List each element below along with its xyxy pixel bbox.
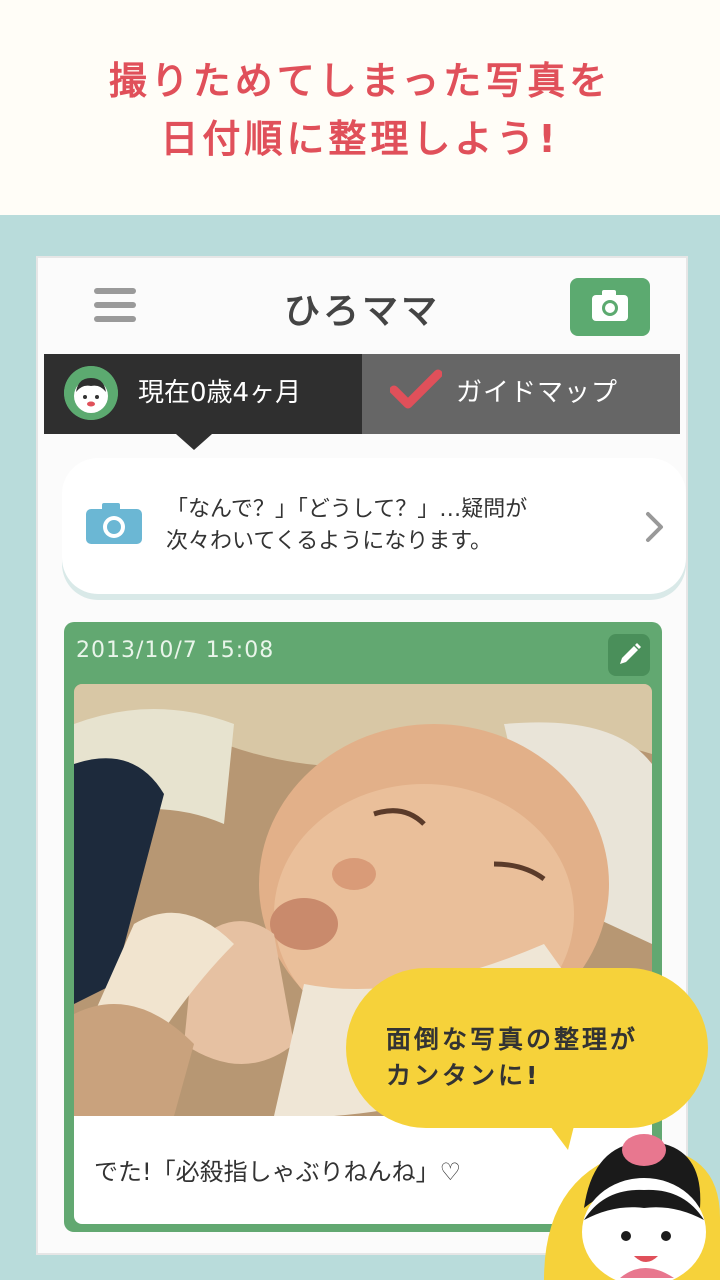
promo-headline-line2: 日付順に整理しよう! [160, 117, 560, 161]
speech-text-line1: 面倒な写真の整理が [386, 1025, 639, 1054]
tip-text-line1: 「なんで？」「どうして？」…疑問が [166, 497, 528, 522]
baby-avatar-icon [64, 366, 118, 420]
tab-guide-map[interactable]: ガイドマップ [362, 354, 680, 434]
camera-icon [86, 503, 142, 544]
tab-age[interactable]: 現在0歳4ヶ月 [44, 354, 362, 434]
chevron-right-icon [646, 512, 663, 542]
promo-headline: 撮りためてしまった写真を 日付順に整理しよう! [0, 52, 720, 168]
tip-text-line2: 次々わいてくるようになります。 [166, 529, 493, 554]
mascot-character [544, 1134, 720, 1280]
age-label: 現在0歳4ヶ月 [138, 378, 302, 408]
pencil-icon [620, 643, 641, 664]
promo-banner: 撮りためてしまった写真を 日付順に整理しよう! [0, 0, 720, 215]
edit-button[interactable] [608, 634, 650, 676]
promo-headline-line1: 撮りためてしまった写真を [108, 59, 612, 103]
cloud-edge-decoration [0, 188, 720, 215]
checkmark-icon [390, 369, 442, 409]
guide-map-label: ガイドマップ [456, 378, 619, 408]
app-bar: ひろママ [38, 258, 686, 354]
tab-pointer [176, 434, 212, 450]
speech-text-line2: カンタンに! [386, 1061, 541, 1090]
status-tabbar: 現在0歳4ヶ月 ガイドマップ [44, 354, 680, 434]
camera-button[interactable] [570, 278, 650, 336]
caption-text: でた!「必殺指しゃぶりねんね」♡ [94, 1158, 462, 1186]
tip-text: 「なんで？」「どうして？」…疑問が 次々わいてくるようになります。 [166, 494, 636, 558]
tip-card[interactable]: 「なんで？」「どうして？」…疑問が 次々わいてくるようになります。 [62, 458, 686, 594]
speech-text: 面倒な写真の整理が カンタンに! [386, 1022, 696, 1094]
entry-date: 2013/10/7 15:08 [76, 638, 275, 663]
camera-icon [592, 290, 628, 321]
